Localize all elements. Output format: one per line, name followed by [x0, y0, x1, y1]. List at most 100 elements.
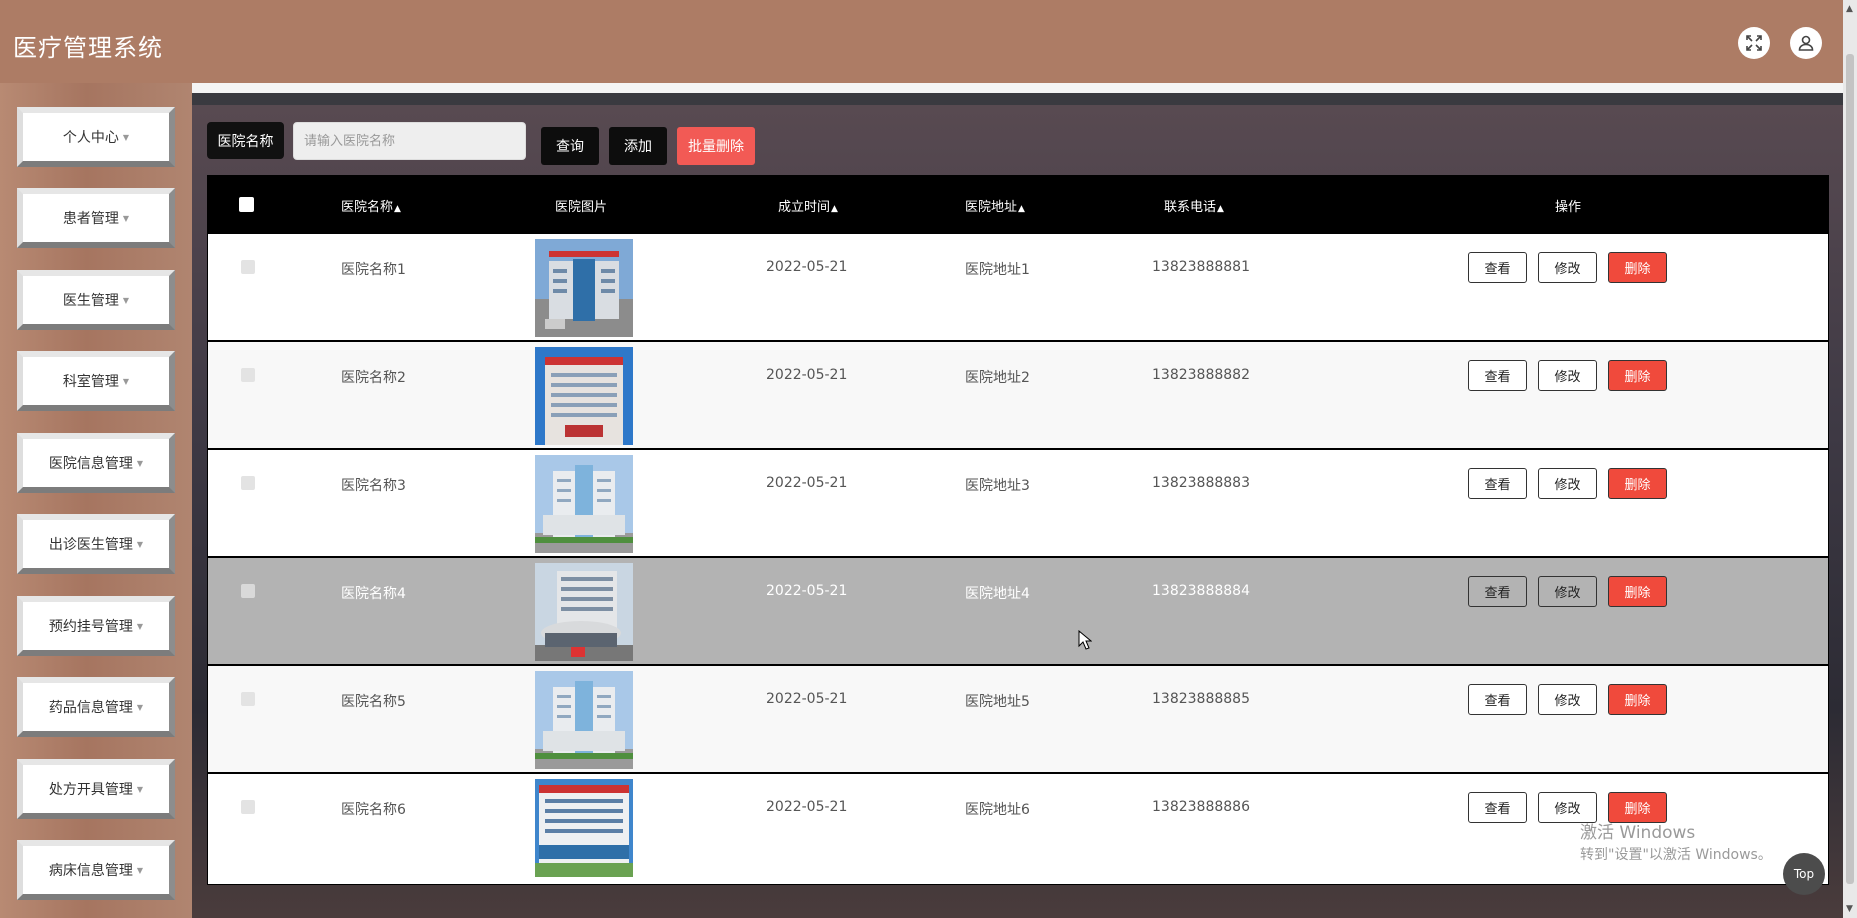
chevron-down-icon: ▼ [136, 539, 144, 549]
sidebar-item-personal-center[interactable]: 个人中心 ▼ [17, 107, 175, 167]
scroll-up-icon[interactable]: ▲ [1846, 4, 1853, 14]
user-icon[interactable] [1790, 27, 1822, 59]
sidebar-item-label: 患者管理 [62, 211, 119, 227]
delete-button[interactable]: 删除 [1608, 684, 1667, 715]
sidebar-item-label: 预约挂号管理 [48, 619, 133, 635]
view-button[interactable]: 查看 [1468, 576, 1527, 607]
hospital-name: 医院名称2 [341, 370, 406, 386]
sort-icon: ▲ [1018, 204, 1025, 214]
sidebar-item-label: 个人中心 [62, 130, 119, 146]
chevron-down-icon: ▼ [136, 784, 144, 794]
phone-number: 13823888885 [1152, 691, 1250, 707]
scrollbar-thumb[interactable] [1846, 54, 1854, 884]
view-button[interactable]: 查看 [1468, 252, 1527, 283]
phone-number: 13823888883 [1152, 475, 1250, 491]
row-checkbox[interactable] [241, 476, 255, 490]
sidebar-item-appointments[interactable]: 预约挂号管理 ▼ [17, 596, 175, 656]
row-checkbox[interactable] [241, 692, 255, 706]
col-header-address[interactable]: 医院地址▲ [965, 196, 1025, 215]
edit-button[interactable]: 修改 [1538, 792, 1597, 823]
delete-button[interactable]: 删除 [1608, 468, 1667, 499]
sidebar-item-departments[interactable]: 科室管理 ▼ [17, 351, 175, 411]
edit-button[interactable]: 修改 [1538, 252, 1597, 283]
table-row[interactable]: 医院名称1 2022-05-21 医院地址1 13823888881 查看 修改… [208, 234, 1828, 342]
hospital-name: 医院名称6 [341, 802, 406, 818]
add-button[interactable]: 添加 [609, 127, 667, 165]
scroll-down-icon[interactable]: ▼ [1846, 904, 1853, 914]
sidebar-item-prescriptions[interactable]: 处方开具管理 ▼ [17, 759, 175, 819]
founding-date: 2022-05-21 [766, 259, 848, 275]
edit-button[interactable]: 修改 [1538, 360, 1597, 391]
app-header: 医疗管理系统 [0, 0, 1843, 83]
sidebar-item-label: 病床信息管理 [48, 863, 133, 879]
view-button[interactable]: 查看 [1468, 684, 1527, 715]
chevron-down-icon: ▼ [122, 213, 130, 223]
founding-date: 2022-05-21 [766, 367, 848, 383]
batch-delete-button[interactable]: 批量删除 [677, 127, 755, 165]
hospital-name: 医院名称4 [341, 586, 406, 602]
chevron-down-icon: ▼ [136, 865, 144, 875]
delete-button[interactable]: 删除 [1608, 792, 1667, 823]
hospital-image [535, 563, 633, 661]
hospital-image [535, 239, 633, 337]
table-row[interactable]: 医院名称4 2022-05-21 医院地址4 13823888884 查看 修改… [208, 558, 1828, 666]
col-header-actions: 操作 [1555, 200, 1582, 215]
sidebar-item-label: 医生管理 [62, 293, 119, 309]
edit-button[interactable]: 修改 [1538, 468, 1597, 499]
back-to-top-button[interactable]: Top [1783, 853, 1825, 895]
select-all-checkbox[interactable] [239, 197, 254, 212]
view-button[interactable]: 查看 [1468, 468, 1527, 499]
row-checkbox[interactable] [241, 584, 255, 598]
sidebar-item-patients[interactable]: 患者管理 ▼ [17, 188, 175, 248]
sort-icon: ▲ [394, 204, 401, 214]
delete-button[interactable]: 删除 [1608, 360, 1667, 391]
table-row[interactable]: 医院名称3 2022-05-21 医院地址3 13823888883 查看 修改… [208, 450, 1828, 558]
edit-button[interactable]: 修改 [1538, 684, 1597, 715]
chevron-down-icon: ▼ [136, 702, 144, 712]
hospital-image [535, 347, 633, 445]
search-label: 医院名称 [207, 122, 284, 159]
sidebar-item-label: 药品信息管理 [48, 700, 133, 716]
sort-icon: ▲ [1217, 204, 1224, 214]
table-row[interactable]: 医院名称2 2022-05-21 医院地址2 13823888882 查看 修改… [208, 342, 1828, 450]
delete-button[interactable]: 删除 [1608, 576, 1667, 607]
view-button[interactable]: 查看 [1468, 360, 1527, 391]
sort-icon: ▲ [831, 204, 838, 214]
sidebar-item-beds[interactable]: 病床信息管理 ▼ [17, 840, 175, 900]
sidebar-item-on-duty-doctors[interactable]: 出诊医生管理 ▼ [17, 514, 175, 574]
col-header-image: 医院图片 [555, 200, 608, 215]
hospital-table: 医院名称▲ 医院图片 成立时间▲ 医院地址▲ 联系电话▲ 操作 医院名称1 20… [207, 175, 1829, 885]
row-checkbox[interactable] [241, 368, 255, 382]
phone-number: 13823888884 [1152, 583, 1250, 599]
hospital-image [535, 671, 633, 769]
founding-date: 2022-05-21 [766, 691, 848, 707]
view-button[interactable]: 查看 [1468, 792, 1527, 823]
hospital-name: 医院名称3 [341, 478, 406, 494]
hospital-address: 医院地址1 [965, 262, 1030, 278]
table-header: 医院名称▲ 医院图片 成立时间▲ 医院地址▲ 联系电话▲ 操作 [208, 176, 1828, 234]
phone-number: 13823888882 [1152, 367, 1250, 383]
query-button[interactable]: 查询 [541, 127, 599, 165]
founding-date: 2022-05-21 [766, 799, 848, 815]
sidebar-item-medicines[interactable]: 药品信息管理 ▼ [17, 677, 175, 737]
hospital-address: 医院地址6 [965, 802, 1030, 818]
row-checkbox[interactable] [241, 260, 255, 274]
sidebar-item-label: 处方开具管理 [48, 782, 133, 798]
chevron-down-icon: ▼ [136, 621, 144, 631]
col-header-date[interactable]: 成立时间▲ [778, 196, 838, 215]
col-header-phone[interactable]: 联系电话▲ [1164, 196, 1224, 215]
divider [192, 93, 1843, 105]
hospital-address: 医院地址3 [965, 478, 1030, 494]
delete-button[interactable]: 删除 [1608, 252, 1667, 283]
fullscreen-icon[interactable] [1738, 27, 1770, 59]
hospital-name-search-input[interactable] [293, 122, 526, 160]
sidebar-item-label: 出诊医生管理 [48, 537, 133, 553]
edit-button[interactable]: 修改 [1538, 576, 1597, 607]
page-scrollbar[interactable]: ▲ ▼ [1843, 0, 1857, 918]
col-header-name[interactable]: 医院名称▲ [341, 196, 401, 215]
sidebar-item-doctors[interactable]: 医生管理 ▼ [17, 270, 175, 330]
hospital-address: 医院地址2 [965, 370, 1030, 386]
sidebar-item-hospital-info[interactable]: 医院信息管理 ▼ [17, 433, 175, 493]
table-row[interactable]: 医院名称5 2022-05-21 医院地址5 13823888885 查看 修改… [208, 666, 1828, 774]
row-checkbox[interactable] [241, 800, 255, 814]
